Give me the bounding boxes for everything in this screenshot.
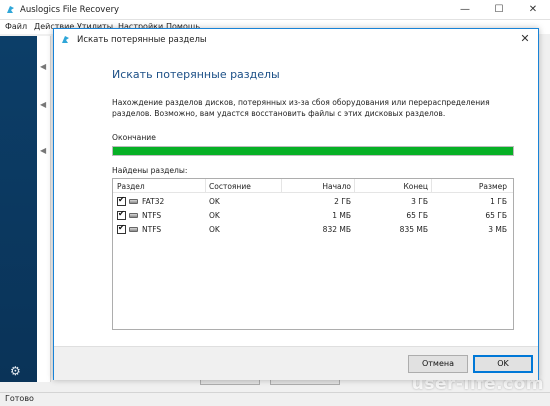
cell-state: OK [209, 211, 220, 220]
chevron-left-icon[interactable]: ◀ [40, 146, 48, 155]
chevron-left-icon[interactable]: ◀ [40, 62, 48, 71]
dialog-heading: Искать потерянные разделы [112, 68, 280, 81]
cell-end: 835 МБ [399, 225, 428, 234]
progress-bar [112, 146, 514, 156]
disk-icon [129, 199, 138, 204]
cell-start: 832 МБ [322, 225, 351, 234]
cell-state: OK [209, 197, 220, 206]
table-row[interactable]: ✔ NTFS OK 1 МБ 65 ГБ 65 ГБ [113, 209, 513, 222]
cell-partition: FAT32 [142, 197, 165, 206]
column-separator[interactable] [281, 179, 282, 192]
minimize-button[interactable]: — [448, 0, 482, 20]
cell-end: 3 ГБ [411, 197, 428, 206]
column-header-partition[interactable]: Раздел [117, 182, 145, 191]
sidebar: ⚙ [0, 36, 37, 382]
row-checkbox[interactable]: ✔ [117, 209, 126, 220]
checkmark-icon: ✔ [118, 223, 125, 232]
menu-file[interactable]: Файл [5, 22, 27, 31]
partitions-table: Раздел Состояние Начало Конец Размер ✔ F… [112, 178, 514, 330]
cell-partition: NTFS [142, 211, 162, 220]
cell-size: 3 МБ [488, 225, 507, 234]
cell-start: 1 МБ [332, 211, 351, 220]
checkmark-icon: ✔ [118, 195, 125, 204]
disk-icon [129, 213, 138, 218]
cell-start: 2 ГБ [334, 197, 351, 206]
disk-icon [129, 227, 138, 232]
column-separator[interactable] [205, 179, 206, 192]
column-header-end[interactable]: Конец [356, 182, 428, 191]
dialog-footer: Отмена OK [54, 346, 538, 380]
app-titlebar: Auslogics File Recovery — ☐ ✕ [0, 0, 550, 20]
table-row[interactable]: ✔ FAT32 OK 2 ГБ 3 ГБ 1 ГБ [113, 195, 513, 208]
app-logo-icon [62, 36, 69, 43]
status-text: Готово [5, 394, 34, 403]
dialog-description: Нахождение разделов дисков, потерянных и… [112, 98, 490, 118]
search-partitions-dialog: Искать потерянные разделы ✕ Искать потер… [53, 28, 539, 380]
cell-end: 65 ГБ [406, 211, 428, 220]
row-checkbox[interactable]: ✔ [117, 223, 126, 234]
cell-size: 65 ГБ [485, 211, 507, 220]
column-separator[interactable] [431, 179, 432, 192]
table-header: Раздел Состояние Начало Конец Размер [113, 179, 513, 193]
cell-state: OK [209, 225, 220, 234]
table-row[interactable]: ✔ NTFS OK 832 МБ 835 МБ 3 МБ [113, 223, 513, 236]
dialog-titlebar: Искать потерянные разделы ✕ [54, 29, 538, 51]
statusbar: Готово [0, 392, 550, 406]
row-checkbox[interactable]: ✔ [117, 195, 126, 206]
dialog-close-button[interactable]: ✕ [518, 32, 532, 46]
ok-button[interactable]: OK [473, 355, 533, 373]
gear-icon[interactable]: ⚙ [10, 364, 21, 378]
cell-size: 1 ГБ [490, 197, 507, 206]
cell-partition: NTFS [142, 225, 162, 234]
background-panel [37, 36, 51, 382]
column-header-start[interactable]: Начало [283, 182, 351, 191]
close-button[interactable]: ✕ [516, 0, 550, 20]
chevron-left-icon[interactable]: ◀ [40, 100, 48, 109]
progress-fill [113, 147, 513, 155]
column-header-state[interactable]: Состояние [209, 182, 251, 191]
checkmark-icon: ✔ [118, 209, 125, 218]
dialog-title: Искать потерянные разделы [77, 35, 207, 45]
found-partitions-label: Найдены разделы: [112, 166, 188, 175]
column-separator[interactable] [354, 179, 355, 192]
app-title: Auslogics File Recovery [20, 5, 120, 15]
maximize-button[interactable]: ☐ [482, 0, 516, 20]
cancel-button[interactable]: Отмена [408, 355, 468, 373]
app-logo-icon [7, 6, 14, 13]
column-header-size[interactable]: Размер [433, 182, 507, 191]
progress-label: Окончание [112, 133, 156, 142]
